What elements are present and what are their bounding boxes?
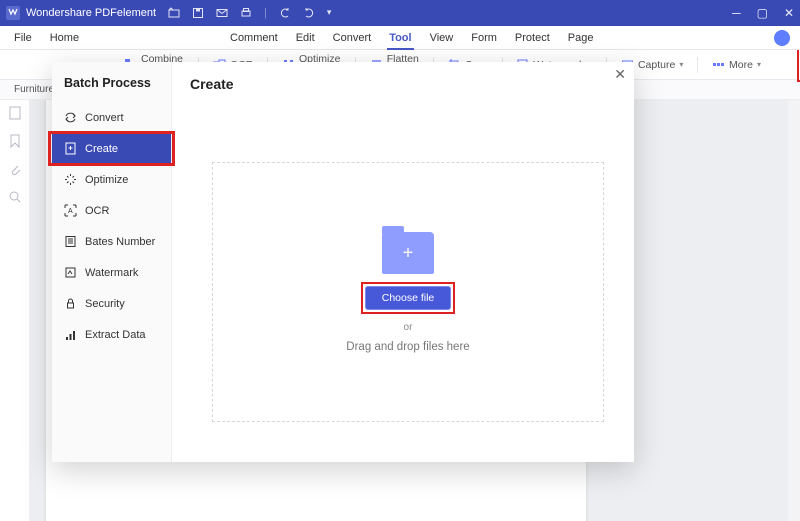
more-icon	[712, 58, 725, 71]
app-logo-icon	[6, 6, 20, 20]
convert-icon	[64, 111, 77, 124]
dropzone[interactable]: + Choose file or Drag and drop files her…	[212, 162, 604, 422]
tab-protect[interactable]: Protect	[515, 32, 550, 44]
app-title: Wondershare PDFelement	[26, 7, 156, 19]
left-toolbox	[0, 100, 30, 521]
chevron-down-icon: ▾	[757, 60, 761, 69]
save-icon[interactable]	[192, 7, 204, 19]
folder-plus-icon: +	[382, 232, 434, 274]
redo-icon[interactable]	[303, 7, 315, 19]
optimize2-icon	[64, 173, 77, 186]
modal-sidebar-title: Batch Process	[52, 70, 171, 102]
modal-sidebar: Batch Process ConvertCreateOptimizeAOCRB…	[52, 62, 172, 462]
tab-comment[interactable]: Comment	[230, 32, 278, 44]
user-avatar-icon[interactable]	[774, 30, 790, 46]
attachment-icon[interactable]	[8, 162, 22, 176]
sidebar-item-bates-number[interactable]: Bates Number	[52, 226, 171, 257]
sidebar-item-watermark[interactable]: Watermark	[52, 257, 171, 288]
choose-file-button[interactable]: Choose file	[365, 286, 452, 310]
sidebar-item-create[interactable]: Create	[52, 133, 171, 164]
thumbnails-icon[interactable]	[8, 106, 22, 120]
dropzone-hint: Drag and drop files here	[346, 341, 469, 353]
sidebar-item-convert[interactable]: Convert	[52, 102, 171, 133]
tab-page[interactable]: Page	[568, 32, 594, 44]
titlebar: Wondershare PDFelement | ▾ ─ ▢ ✕	[0, 0, 800, 26]
undo-icon[interactable]	[279, 7, 291, 19]
print-icon[interactable]	[240, 7, 252, 19]
sidebar-item-extract-data[interactable]: Extract Data	[52, 319, 171, 350]
security-icon	[64, 297, 77, 310]
minimize-icon[interactable]: ─	[732, 6, 741, 20]
sidebar-item-security[interactable]: Security	[52, 288, 171, 319]
maximize-icon[interactable]: ▢	[757, 6, 768, 20]
close-icon[interactable]: ✕	[784, 6, 794, 20]
open-icon[interactable]	[168, 7, 180, 19]
chevron-down-icon[interactable]: ▾	[327, 7, 332, 19]
tab-form[interactable]: Form	[471, 32, 497, 44]
sidebar-item-optimize[interactable]: Optimize	[52, 164, 171, 195]
more-button[interactable]: More ▾	[708, 56, 765, 73]
dropzone-or: or	[404, 322, 413, 333]
modal-heading: Create	[190, 76, 616, 92]
modal-main: ✕ Create + Choose file or Drag and drop …	[172, 62, 634, 462]
create-icon	[64, 142, 77, 155]
vertical-scrollbar[interactable]	[788, 100, 800, 521]
batch-process-modal: Batch Process ConvertCreateOptimizeAOCRB…	[52, 62, 634, 462]
search-icon[interactable]	[8, 190, 22, 204]
bates-icon	[64, 235, 77, 248]
chevron-down-icon: ▾	[679, 60, 683, 69]
ocr2-icon: A	[64, 204, 77, 217]
svg-text:A: A	[68, 208, 73, 215]
quick-access-toolbar: | ▾	[168, 7, 331, 19]
menu-file[interactable]: File	[14, 32, 32, 44]
bookmark-icon[interactable]	[8, 134, 22, 148]
watermark2-icon	[64, 266, 77, 279]
menubar: File Home Comment Edit Convert Tool View Form…	[0, 26, 800, 50]
sidebar-item-ocr[interactable]: AOCR	[52, 195, 171, 226]
menu-home[interactable]: Home	[50, 32, 79, 44]
mail-icon[interactable]	[216, 7, 228, 19]
modal-close-icon[interactable]: ✕	[614, 66, 626, 83]
tab-edit[interactable]: Edit	[296, 32, 315, 44]
extract-icon	[64, 328, 77, 341]
tab-tool[interactable]: Tool	[389, 32, 411, 44]
tab-convert[interactable]: Convert	[333, 32, 372, 44]
tab-view[interactable]: View	[430, 32, 454, 44]
